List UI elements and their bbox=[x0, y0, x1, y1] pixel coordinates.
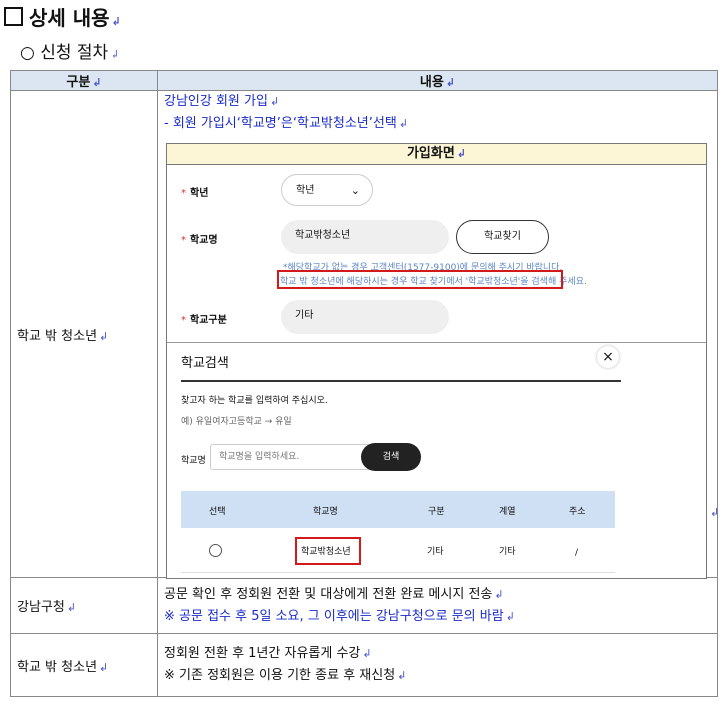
row3-label: 학교 밖 청소년 ↲ bbox=[10, 633, 158, 697]
search-button[interactable]: 검색 bbox=[361, 443, 421, 471]
school-type-input[interactable]: 기타 bbox=[281, 300, 449, 334]
modal-title: 학교검색 bbox=[181, 356, 229, 371]
row-address: / bbox=[575, 548, 579, 558]
modal-field-label: 학교명 bbox=[181, 456, 206, 466]
row2-line2: ※ 공문 접수 후 5일 소요, 그 이후에는 강남구청으로 문의 바람 ↲ bbox=[164, 608, 515, 624]
row3-line2: ※ 기존 정회원은 이용 기한 종료 후 재신청 ↲ bbox=[164, 668, 407, 683]
header-category: 구분 ↲ bbox=[10, 70, 158, 91]
col-type: 구분 bbox=[428, 507, 445, 517]
grade-select[interactable]: 학년 ⌄ bbox=[281, 174, 373, 206]
sub-title: ○ 신청 절차 ↲ bbox=[20, 43, 120, 63]
signup-screenshot: 가입화면 ↲ * 학년 학년 ⌄ * 학교명 학교밖청소년 학교찾기 *해당학교가 없… bbox=[166, 143, 707, 579]
row1-line1: 강남인강 회원 가입 ↲ bbox=[164, 94, 280, 109]
close-icon[interactable]: × bbox=[597, 346, 619, 368]
school-type-label: * 학교구분 bbox=[181, 315, 227, 326]
row2-content: 공문 확인 후 정회원 전환 및 대상에게 전환 완료 메시지 전송 ↲ ※ 공문… bbox=[157, 577, 718, 634]
return-mark: ↲ bbox=[111, 15, 121, 28]
screenshot-header: 가입화면 ↲ bbox=[167, 144, 706, 165]
highlight-box bbox=[277, 270, 563, 289]
select-radio[interactable] bbox=[209, 544, 222, 557]
row1-label: 학교 밖 청소년 ↲ bbox=[10, 90, 158, 578]
modal-example: 예) 유일여자고등학교 → 유일 bbox=[181, 417, 292, 427]
row3-line1: 정회원 전환 후 1년간 자유롭게 수강 ↲ bbox=[164, 646, 372, 661]
row2-line1: 공문 확인 후 정회원 전환 및 대상에게 전환 완료 메시지 전송 ↲ bbox=[164, 586, 504, 602]
row2-label: 강남구청 ↲ bbox=[10, 577, 158, 634]
return-mark-side: ↲ bbox=[710, 506, 720, 519]
find-school-button[interactable]: 학교찾기 bbox=[456, 220, 549, 254]
result-table-header: 선택 학교명 구분 계열 주소 bbox=[181, 491, 615, 528]
row1-line2: - 회원 가입시‘학교명’은‘학교밖청소년’선택 ↲ bbox=[164, 116, 409, 131]
checkbox-square-icon bbox=[4, 7, 23, 26]
col-school: 학교명 bbox=[313, 507, 338, 517]
school-input[interactable]: 학교밖청소년 bbox=[281, 220, 449, 254]
school-search-input[interactable] bbox=[210, 444, 372, 470]
modal-instruction: 찾고자 하는 학교를 입력하여 주십시오. bbox=[181, 396, 328, 406]
school-label: * 학교명 bbox=[181, 235, 218, 246]
col-address: 주소 bbox=[569, 507, 586, 517]
row-type: 기타 bbox=[427, 547, 444, 557]
result-highlight-box bbox=[295, 537, 361, 565]
chevron-down-icon: ⌄ bbox=[350, 184, 360, 197]
row3-content: 정회원 전환 후 1년간 자유롭게 수강 ↲ ※ 기존 정회원은 이용 기한 종료… bbox=[157, 633, 718, 697]
header-content: 내용 ↲ bbox=[157, 70, 718, 91]
grade-label: * 학년 bbox=[181, 188, 209, 199]
col-select: 선택 bbox=[209, 507, 226, 517]
row-track: 기타 bbox=[499, 547, 516, 557]
col-track: 계열 bbox=[499, 507, 516, 517]
section-title: 상세 내용 ↲ bbox=[4, 2, 121, 31]
table-row[interactable]: 학교밖청소년 기타 기타 / bbox=[181, 528, 615, 573]
